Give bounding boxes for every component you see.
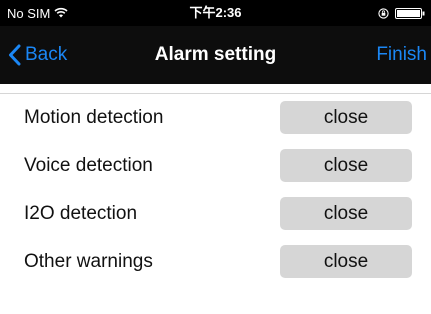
motion-detection-toggle-button[interactable]: close <box>280 101 412 134</box>
rotation-lock-icon <box>378 7 389 19</box>
setting-row-motion-detection: Motion detection close <box>0 96 431 144</box>
setting-label: Voice detection <box>24 155 153 176</box>
setting-label: I2O detection <box>24 203 138 224</box>
setting-row-voice-detection: Voice detection close <box>0 144 431 192</box>
status-bar: No SIM 下午2:36 <box>0 0 431 26</box>
i2o-detection-toggle-button[interactable]: close <box>280 197 412 230</box>
voice-detection-toggle-button[interactable]: close <box>280 149 412 182</box>
finish-button[interactable]: Finish <box>376 26 427 84</box>
setting-label: Other warnings <box>24 251 153 272</box>
settings-list: Motion detection close Voice detection c… <box>0 96 431 288</box>
setting-label: Motion detection <box>24 107 164 128</box>
status-time: 下午2:36 <box>189 5 242 20</box>
alarm-setting-screen: No SIM 下午2:36 Back Alarm setting Finish … <box>0 0 431 314</box>
setting-row-other-warnings: Other warnings close <box>0 240 431 288</box>
setting-row-i2o-detection: I2O detection close <box>0 192 431 240</box>
battery-icon <box>395 7 425 19</box>
other-warnings-toggle-button[interactable]: close <box>280 245 412 278</box>
status-right <box>378 5 425 21</box>
divider <box>0 93 431 94</box>
navigation-bar: Back Alarm setting Finish <box>0 26 431 84</box>
page-title: Alarm setting <box>154 44 277 65</box>
